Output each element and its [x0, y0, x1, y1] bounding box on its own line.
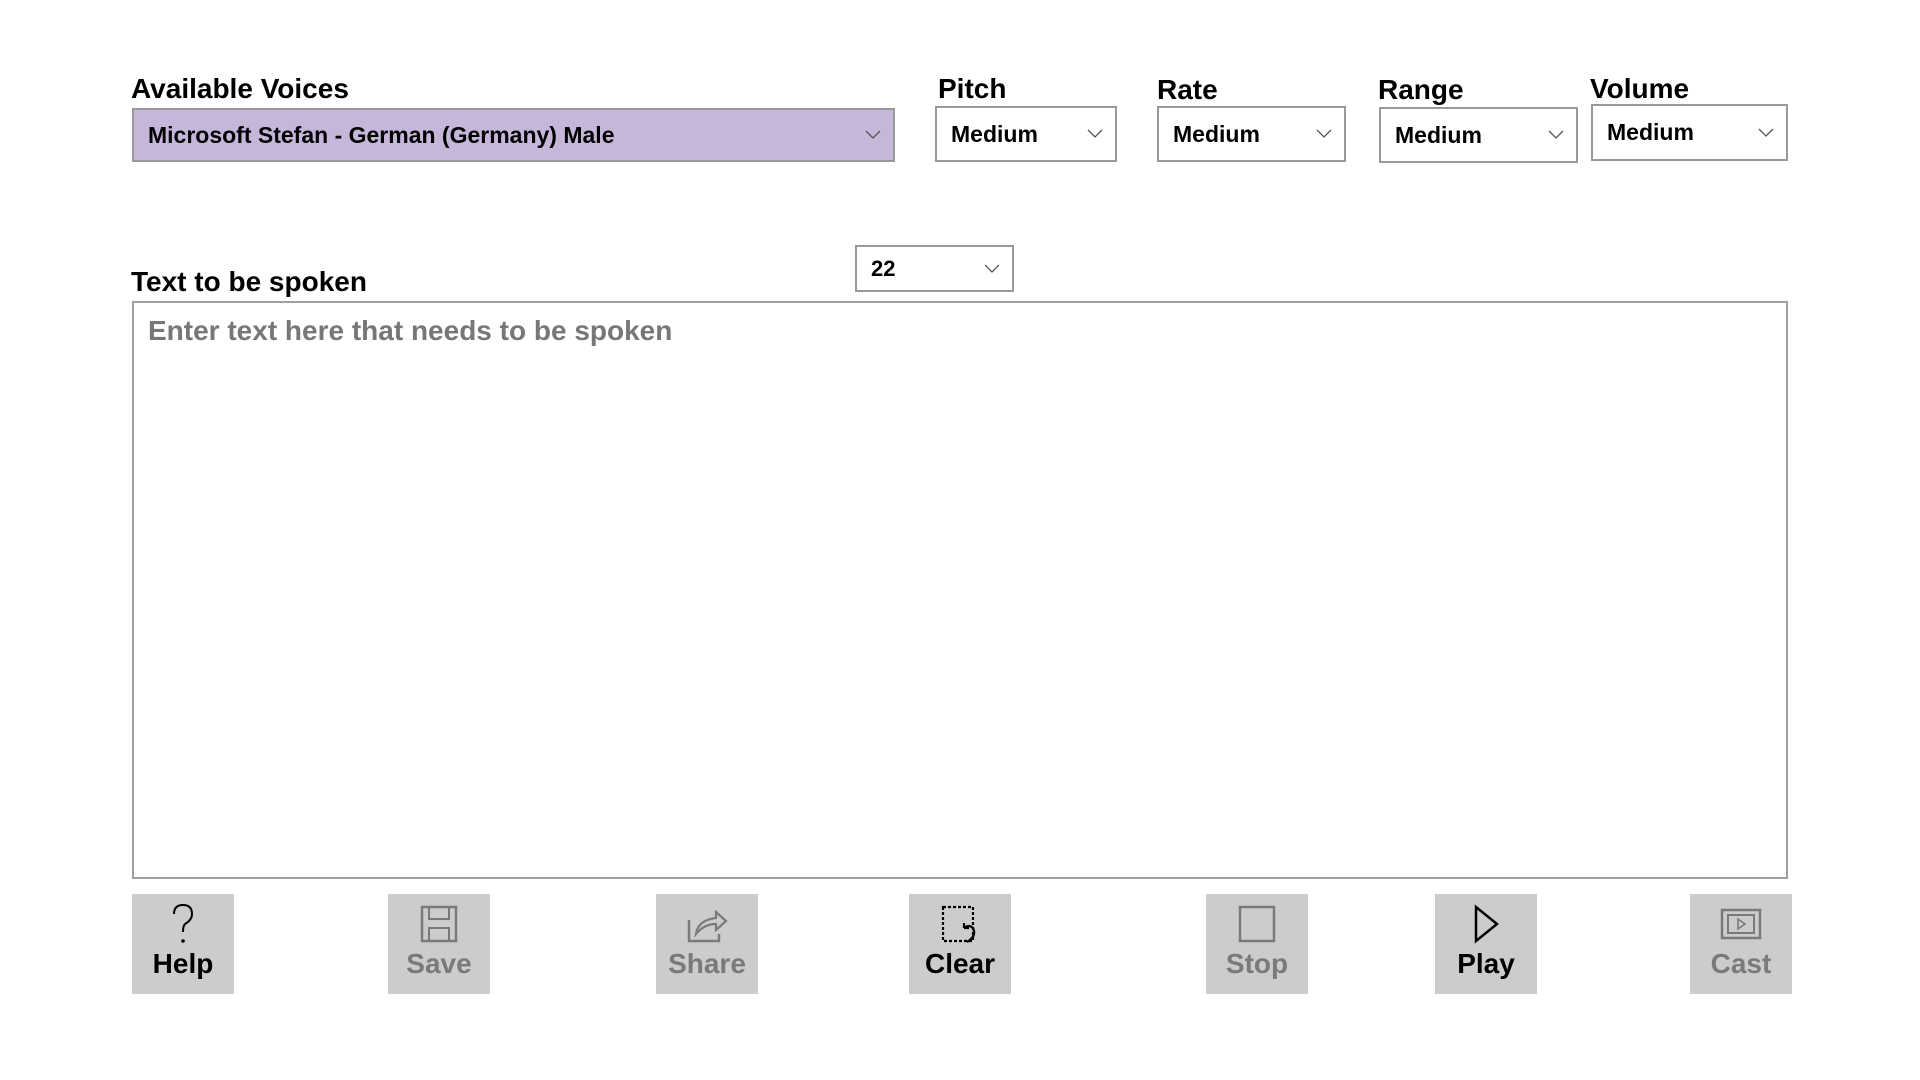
- text-label: Text to be spoken: [131, 266, 367, 297]
- cast-icon: [1720, 902, 1762, 946]
- play-label: Play: [1457, 948, 1515, 979]
- help-label: Help: [152, 948, 214, 979]
- clear-button[interactable]: Clear: [909, 894, 1011, 994]
- rate-label: Rate: [1157, 74, 1218, 105]
- stop-icon: [1237, 902, 1277, 946]
- share-label: Share: [668, 948, 746, 979]
- play-button[interactable]: Play: [1435, 894, 1537, 994]
- save-label: Save: [406, 948, 472, 979]
- play-icon: [1471, 902, 1501, 946]
- pitch-value: Medium: [951, 120, 1038, 147]
- range-label: Range: [1378, 74, 1464, 105]
- text-input[interactable]: [132, 301, 1788, 879]
- save-button[interactable]: Save: [388, 894, 490, 994]
- chevron-down-icon: [972, 264, 1012, 274]
- chevron-down-icon: [1746, 128, 1786, 138]
- pitch-dropdown[interactable]: Medium: [935, 106, 1117, 162]
- voices-label: Available Voices: [131, 73, 349, 104]
- font-size-dropdown[interactable]: 22: [855, 245, 1014, 292]
- cast-label: Cast: [1710, 948, 1772, 979]
- floppy-icon: [419, 902, 459, 946]
- clear-label: Clear: [924, 948, 996, 979]
- volume-label: Volume: [1590, 73, 1690, 104]
- cast-button[interactable]: Cast: [1690, 894, 1792, 994]
- voices-dropdown[interactable]: Microsoft Stefan - German (Germany) Male: [132, 108, 895, 162]
- help-button[interactable]: Help: [132, 894, 234, 994]
- range-dropdown[interactable]: Medium: [1379, 107, 1578, 163]
- chevron-down-icon: [1075, 129, 1115, 139]
- clear-selection-icon: [939, 902, 981, 946]
- volume-dropdown[interactable]: Medium: [1591, 104, 1788, 161]
- font-size-value: 22: [871, 255, 896, 281]
- rate-dropdown[interactable]: Medium: [1157, 106, 1346, 162]
- range-value: Medium: [1395, 121, 1482, 148]
- stop-label: Stop: [1225, 948, 1289, 979]
- rate-value: Medium: [1173, 120, 1260, 147]
- chevron-down-icon: [1536, 130, 1576, 140]
- stop-button[interactable]: Stop: [1206, 894, 1308, 994]
- voices-value: Microsoft Stefan - German (Germany) Male: [148, 121, 615, 148]
- share-icon: [686, 902, 728, 946]
- chevron-down-icon: [853, 130, 893, 140]
- question-icon: [168, 902, 198, 946]
- share-button[interactable]: Share: [656, 894, 758, 994]
- pitch-label: Pitch: [938, 73, 1007, 104]
- volume-value: Medium: [1607, 119, 1694, 145]
- chevron-down-icon: [1304, 129, 1344, 139]
